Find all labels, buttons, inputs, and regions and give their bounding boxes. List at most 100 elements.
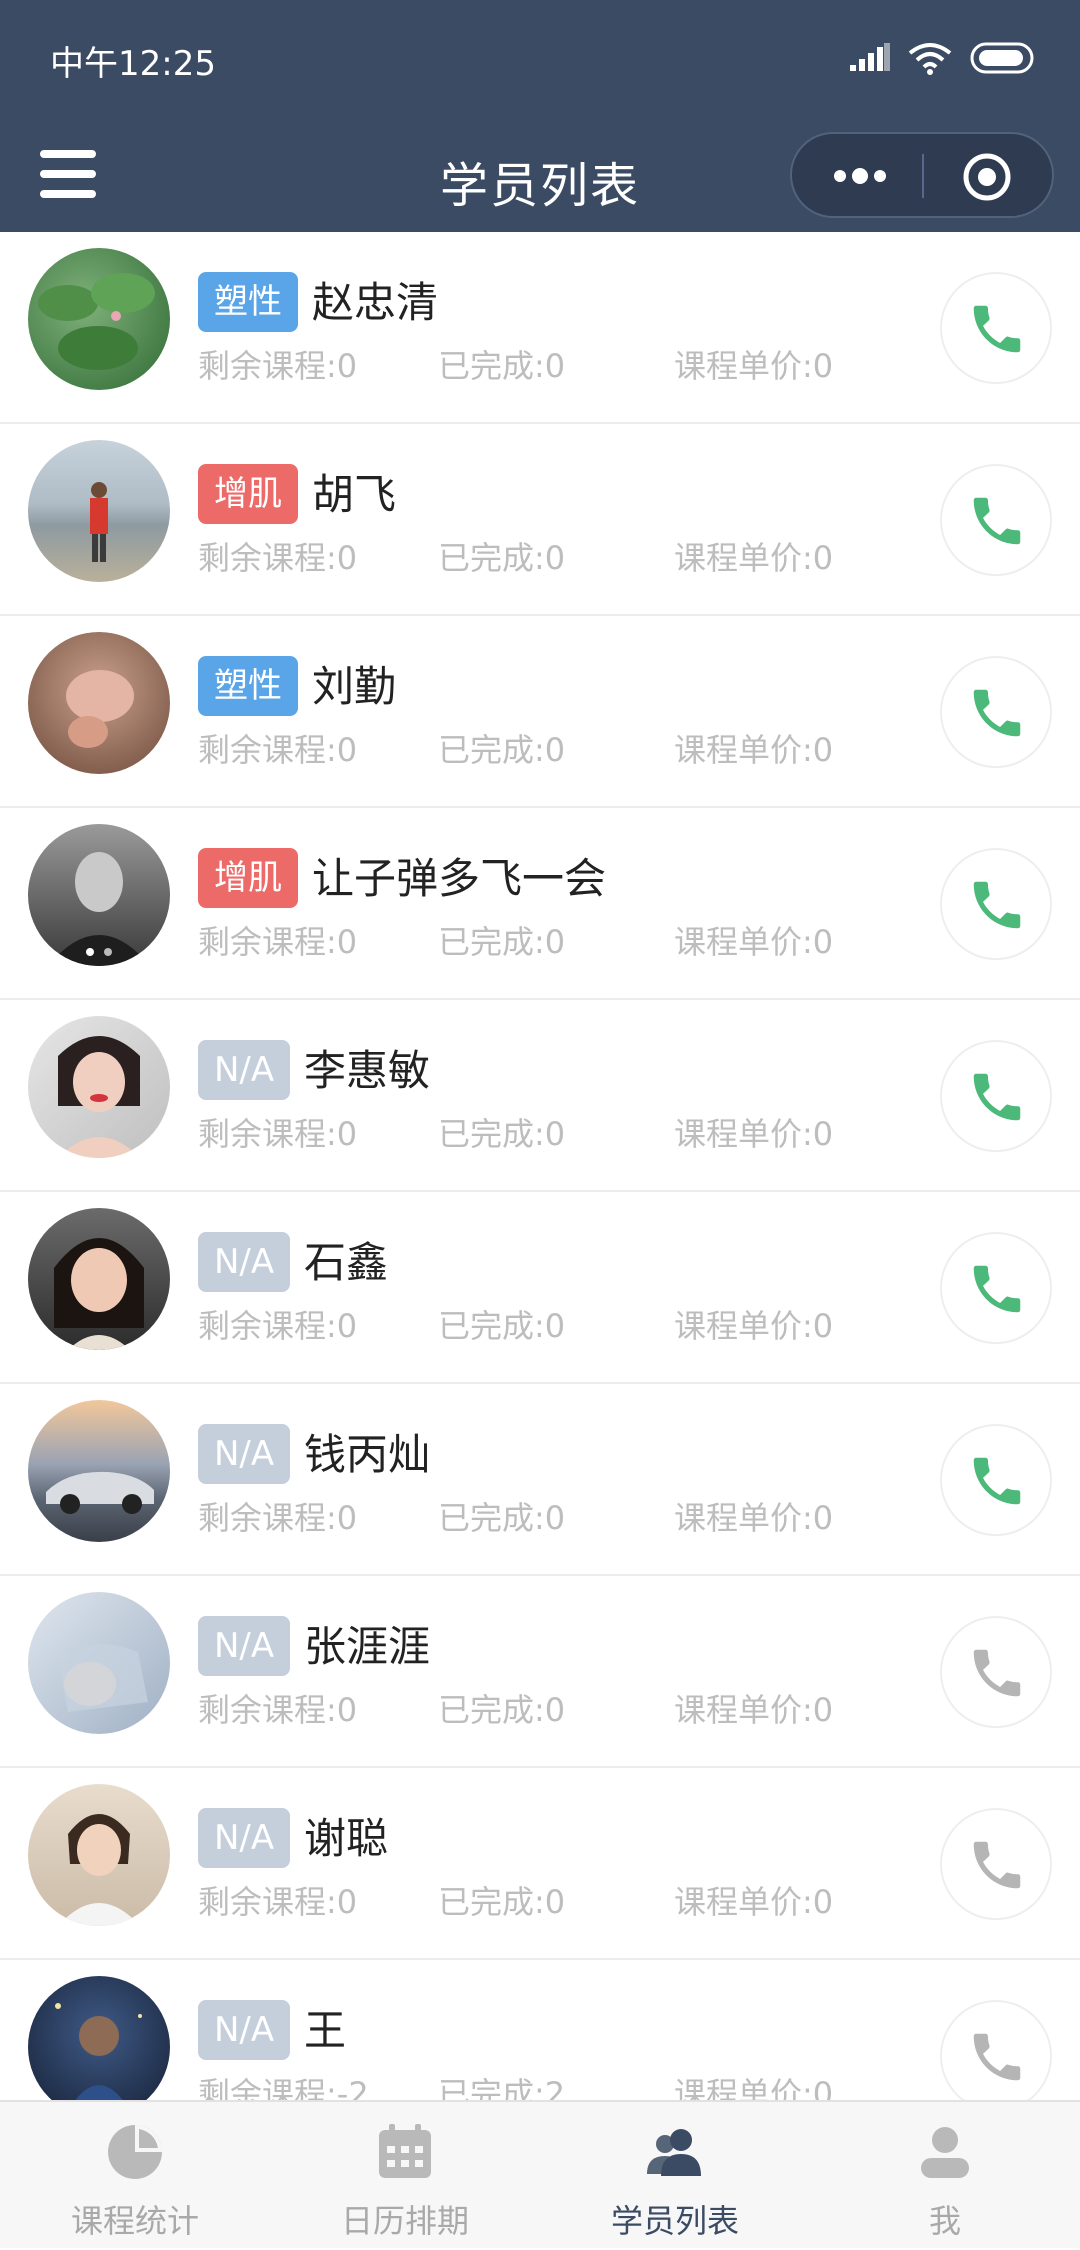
remaining-courses: 剩余课程:-2 (198, 2075, 369, 2100)
student-name: 谢聪 (304, 1814, 389, 1863)
status-tag: 塑性 (198, 656, 298, 716)
remaining-courses: 剩余课程:0 (198, 731, 358, 769)
phone-icon (973, 1265, 1021, 1313)
call-button[interactable] (940, 1232, 1052, 1344)
pie-chart-icon (108, 2125, 162, 2179)
completed-courses: 已完成:0 (438, 923, 566, 961)
completed-courses: 已完成:0 (438, 1883, 566, 1921)
wifi-icon (908, 43, 952, 75)
student-name: 赵忠清 (312, 278, 439, 327)
status-tag: N/A (198, 1232, 291, 1292)
phone-icon (973, 2033, 1021, 2081)
phone-icon (973, 1457, 1021, 1505)
completed-courses: 已完成:2 (438, 2075, 566, 2100)
tab-label: 我 (928, 2202, 961, 2240)
tab-label: 日历排期 (340, 2202, 469, 2240)
student-row[interactable]: N/A 石鑫 剩余课程:0 已完成:0 课程单价:0 (0, 1192, 1080, 1384)
tab-student-list[interactable]: 学员列表 (540, 2102, 810, 2250)
completed-courses: 已完成:0 (438, 539, 566, 577)
tab-bar: 课程统计 日历排期 学员列表 我 (0, 2100, 1080, 2248)
student-row[interactable]: N/A 张涯涯 剩余课程:0 已完成:0 课程单价:0 (0, 1576, 1080, 1768)
student-row[interactable]: 塑性 赵忠清 剩余课程:0 已完成:0 课程单价:0 (0, 232, 1080, 424)
call-button[interactable] (940, 1424, 1052, 1536)
completed-courses: 已完成:0 (438, 1115, 566, 1153)
tab-calendar[interactable]: 日历排期 (270, 2102, 540, 2250)
course-unit-price: 课程单价:0 (674, 923, 834, 961)
remaining-courses: 剩余课程:0 (198, 1883, 358, 1921)
student-row[interactable]: N/A 谢聪 剩余课程:0 已完成:0 课程单价:0 (0, 1768, 1080, 1960)
call-button[interactable] (940, 1616, 1052, 1728)
phone-icon (973, 1841, 1021, 1889)
student-row[interactable]: N/A 王 剩余课程:-2 已完成:2 课程单价:0 (0, 1960, 1080, 2100)
call-button[interactable] (940, 272, 1052, 384)
student-name: 石鑫 (304, 1238, 389, 1287)
phone-icon (973, 689, 1021, 737)
completed-courses: 已完成:0 (438, 1691, 566, 1729)
student-row[interactable]: 增肌 胡飞 剩余课程:0 已完成:0 课程单价:0 (0, 424, 1080, 616)
more-options-icon[interactable] (830, 158, 890, 194)
course-unit-price: 课程单价:0 (674, 1307, 834, 1345)
tab-me[interactable]: 我 (810, 2102, 1080, 2250)
call-button[interactable] (940, 1808, 1052, 1920)
avatar (28, 248, 170, 390)
signal-icon (850, 43, 890, 71)
status-tag: 增肌 (198, 464, 298, 524)
student-row[interactable]: 增肌 让子弹多飞一会 剩余课程:0 已完成:0 课程单价:0 (0, 808, 1080, 1000)
tab-course-stats[interactable]: 课程统计 (0, 2102, 270, 2250)
student-row[interactable]: N/A 钱丙灿 剩余课程:0 已完成:0 课程单价:0 (0, 1384, 1080, 1576)
call-button[interactable] (940, 656, 1052, 768)
avatar (28, 1976, 170, 2100)
remaining-courses: 剩余课程:0 (198, 1307, 358, 1345)
status-tag: 塑性 (198, 272, 298, 332)
student-row[interactable]: N/A 李惠敏 剩余课程:0 已完成:0 课程单价:0 (0, 1000, 1080, 1192)
battery-icon (970, 42, 1034, 74)
avatar (28, 632, 170, 774)
completed-courses: 已完成:0 (438, 1307, 566, 1345)
student-name: 李惠敏 (304, 1046, 431, 1095)
call-button[interactable] (940, 464, 1052, 576)
remaining-courses: 剩余课程:0 (198, 347, 358, 385)
student-name: 王 (304, 2006, 347, 2055)
call-button[interactable] (940, 848, 1052, 960)
user-icon (921, 2127, 969, 2178)
status-icons (850, 38, 1036, 78)
avatar (28, 1784, 170, 1926)
call-button[interactable] (940, 1040, 1052, 1152)
status-tag: N/A (198, 1424, 291, 1484)
status-tag: N/A (198, 2000, 291, 2060)
phone-icon (973, 1649, 1021, 1697)
status-tag: N/A (198, 1616, 291, 1676)
close-target-icon[interactable] (962, 152, 1012, 202)
completed-courses: 已完成:0 (438, 731, 566, 769)
student-list: 塑性 赵忠清 剩余课程:0 已完成:0 课程单价:0 增肌 胡飞 剩余课程:0 … (0, 232, 1080, 2100)
remaining-courses: 剩余课程:0 (198, 1499, 358, 1537)
student-name: 刘勤 (312, 662, 397, 711)
course-unit-price: 课程单价:0 (674, 347, 834, 385)
avatar (28, 440, 170, 582)
phone-icon (973, 305, 1021, 353)
calendar-icon (379, 2124, 431, 2178)
student-name: 胡飞 (312, 470, 397, 519)
student-row[interactable]: 塑性 刘勤 剩余课程:0 已完成:0 课程单价:0 (0, 616, 1080, 808)
phone-icon (973, 1073, 1021, 1121)
tab-label: 学员列表 (610, 2202, 739, 2240)
mini-program-capsule (790, 132, 1054, 218)
completed-courses: 已完成:0 (438, 1499, 566, 1537)
avatar (28, 1016, 170, 1158)
completed-courses: 已完成:0 (438, 347, 566, 385)
status-tag: 增肌 (198, 848, 298, 908)
remaining-courses: 剩余课程:0 (198, 1115, 358, 1153)
phone-icon (973, 881, 1021, 929)
status-tag: N/A (198, 1808, 291, 1868)
status-time: 中午12:25 (50, 44, 216, 84)
course-unit-price: 课程单价:0 (674, 1499, 834, 1537)
remaining-courses: 剩余课程:0 (198, 1691, 358, 1729)
student-name: 张涯涯 (304, 1622, 431, 1671)
tab-label: 课程统计 (70, 2202, 199, 2240)
course-unit-price: 课程单价:0 (674, 1883, 834, 1921)
avatar (28, 824, 170, 966)
call-button[interactable] (940, 2000, 1052, 2100)
student-name: 让子弹多飞一会 (312, 854, 607, 903)
avatar (28, 1208, 170, 1350)
remaining-courses: 剩余课程:0 (198, 923, 358, 961)
